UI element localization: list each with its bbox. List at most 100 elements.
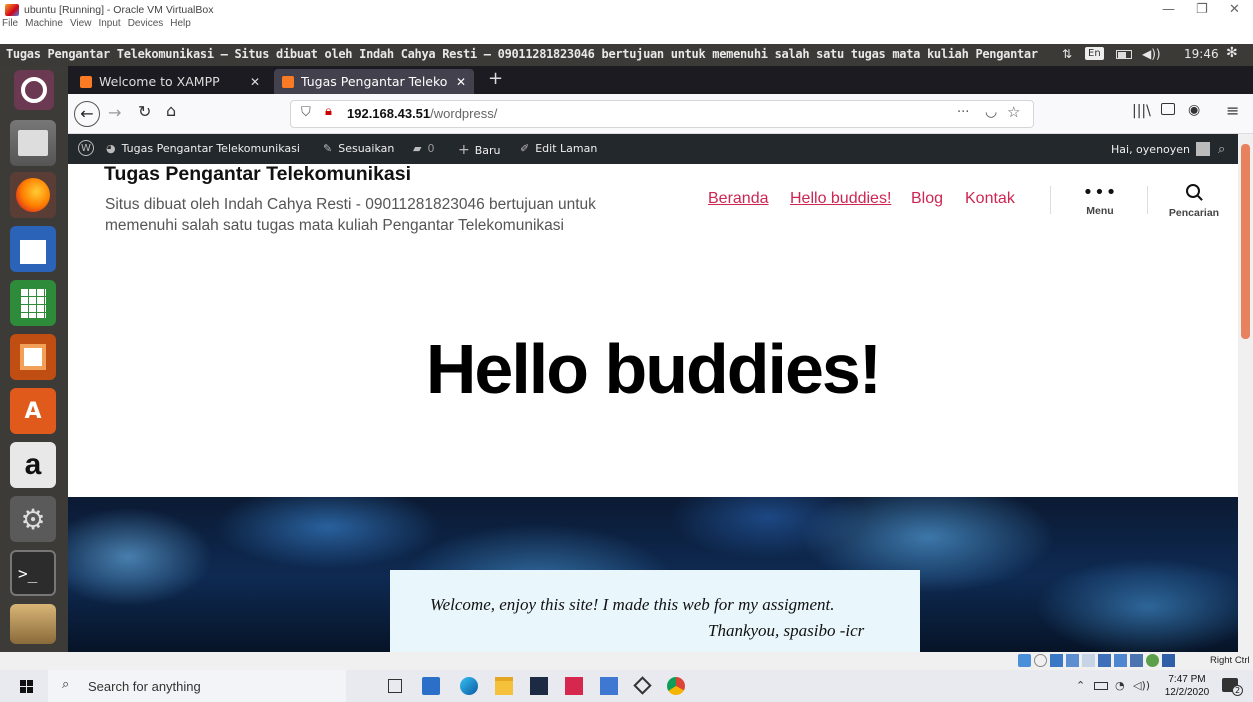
nav-hello-buddies[interactable]: Hello buddies! — [790, 190, 891, 208]
admin-bar-new[interactable]: + Baru — [458, 142, 501, 158]
vbox-status-icons[interactable] — [1018, 654, 1175, 667]
new-tab-icon[interactable]: + — [488, 68, 503, 89]
tab-tugas-pengantar[interactable]: Tugas Pengantar Teleko ✕ — [274, 69, 474, 94]
sidebar-icon[interactable] — [1161, 103, 1175, 115]
gift-icon[interactable] — [565, 677, 583, 695]
back-icon[interactable]: ← — [74, 101, 100, 127]
cover-line-1: Welcome, enjoy this site! I made this we… — [430, 595, 835, 614]
url-bar[interactable]: ⛉ 🔒︎ 192.168.43.51/wordpress/ ··· ◡ ☆ — [290, 100, 1034, 128]
file-explorer-icon[interactable] — [495, 677, 513, 695]
vbox-menu-file[interactable]: File — [2, 18, 18, 29]
dash-home-icon[interactable] — [14, 70, 54, 110]
network-updown-icon[interactable]: ⇅ — [1062, 47, 1072, 61]
forward-icon[interactable]: → — [108, 103, 121, 122]
vbox-menu-input[interactable]: Input — [98, 18, 120, 29]
hamburger-menu-icon[interactable]: ≡ — [1226, 101, 1239, 120]
close-tab-icon[interactable]: ✕ — [456, 75, 466, 89]
admin-bar-customize[interactable]: ✎ Sesuaikan — [323, 142, 394, 155]
mouse-integration-icon[interactable] — [1146, 654, 1159, 667]
battery-icon[interactable] — [1116, 50, 1132, 59]
host-key-label: Right Ctrl — [1210, 655, 1250, 666]
home-icon[interactable]: ⌂ — [166, 101, 176, 120]
amazon-icon[interactable]: a — [10, 442, 56, 488]
system-settings-icon[interactable]: ⚙ — [10, 496, 56, 542]
impress-icon[interactable] — [10, 334, 56, 380]
nav-blog[interactable]: Blog — [911, 190, 943, 208]
vbox-status-bar: Right Ctrl — [0, 652, 1253, 670]
hdd-icon[interactable] — [1018, 654, 1031, 667]
reload-icon[interactable]: ↻ — [138, 102, 151, 121]
site-title[interactable]: Tugas Pengantar Telekomunikasi — [104, 164, 411, 186]
tray-chevron-icon[interactable]: ⌃ — [1076, 679, 1085, 692]
shield-icon[interactable]: ⛉ — [301, 105, 311, 120]
search-toggle[interactable]: Pencarian — [1162, 184, 1226, 219]
admin-search-icon[interactable]: ⌕ — [1218, 142, 1225, 157]
nav-kontak[interactable]: Kontak — [965, 190, 1015, 208]
mail-icon[interactable] — [530, 677, 548, 695]
display-icon[interactable] — [1098, 654, 1111, 667]
taskbar-search[interactable]: ⌕ Search for anything — [48, 670, 346, 702]
insecure-lock-icon[interactable]: 🔒︎ — [325, 104, 332, 119]
vbox-app-icon — [5, 4, 19, 16]
scrollbar-thumb[interactable] — [1241, 144, 1250, 339]
terminal-icon[interactable]: >_ — [10, 550, 56, 596]
minimize-icon[interactable]: — — [1162, 2, 1175, 17]
keyboard-capture-icon[interactable] — [1162, 654, 1175, 667]
vbox-window-titlebar: ubuntu [Running] - Oracle VM VirtualBox … — [0, 0, 1253, 30]
windows-start-icon[interactable] — [20, 680, 33, 693]
admin-bar-site[interactable]: ◕ Tugas Pengantar Telekomunikasi — [106, 142, 300, 155]
keyboard-layout-indicator[interactable]: En — [1085, 47, 1104, 60]
notification-center-icon[interactable]: 2 — [1222, 678, 1243, 696]
software-center-icon[interactable]: A — [10, 388, 56, 434]
bookmark-star-icon[interactable]: ☆ — [1007, 103, 1020, 121]
tray-clock[interactable]: 7:47 PM 12/2/2020 — [1164, 673, 1210, 699]
tray-battery-icon[interactable] — [1094, 682, 1108, 690]
files-icon[interactable] — [10, 120, 56, 166]
admin-bar-comments[interactable]: ▰ 0 — [413, 142, 434, 155]
restore-icon[interactable]: ❐ — [1196, 2, 1208, 17]
vbox-menu-help[interactable]: Help — [170, 18, 191, 29]
admin-bar-account[interactable]: Hai, oyenoyen — [1111, 142, 1211, 156]
shared-folder-icon[interactable] — [1082, 654, 1095, 667]
optical-drive-icon[interactable] — [1034, 654, 1047, 667]
url-text[interactable]: 192.168.43.51/wordpress/ — [347, 106, 497, 121]
firefox-icon[interactable] — [10, 172, 56, 218]
library-icon[interactable]: |||\ — [1132, 103, 1151, 119]
usb-icon[interactable] — [1066, 654, 1079, 667]
calc-icon[interactable] — [10, 280, 56, 326]
virtualbox-taskbar-icon[interactable] — [633, 676, 652, 695]
admin-bar-site-name: Tugas Pengantar Telekomunikasi — [121, 142, 300, 155]
cpu-icon[interactable] — [1130, 654, 1143, 667]
nav-beranda[interactable]: Beranda — [708, 190, 769, 208]
chrome-icon[interactable] — [667, 677, 685, 695]
url-host: 192.168.43.51 — [347, 106, 431, 121]
task-view-icon[interactable] — [388, 679, 402, 693]
edge-icon[interactable] — [460, 677, 478, 695]
admin-bar-edit[interactable]: ✐ Edit Laman — [520, 142, 597, 155]
close-icon[interactable]: ✕ — [1229, 2, 1240, 17]
tab-welcome-xampp[interactable]: Welcome to XAMPP ✕ — [72, 69, 268, 94]
vbox-menu-devices[interactable]: Devices — [128, 18, 164, 29]
pocket-icon[interactable]: ◡ — [985, 104, 997, 120]
writer-icon[interactable] — [10, 226, 56, 272]
vbox-menu-machine[interactable]: Machine — [25, 18, 63, 29]
network-icon[interactable] — [1050, 654, 1063, 667]
tray-volume-icon[interactable]: ◁)) — [1133, 679, 1150, 692]
page-scrollbar[interactable] — [1238, 134, 1253, 652]
word-app-icon[interactable] — [600, 677, 618, 695]
panel-clock[interactable]: 19:46 — [1184, 47, 1219, 61]
drive-icon[interactable] — [10, 604, 56, 644]
volume-icon[interactable]: ◀)) — [1142, 47, 1161, 61]
tray-wifi-icon[interactable]: ◔ — [1115, 679, 1125, 692]
page-actions-icon[interactable]: ··· — [957, 105, 969, 120]
taskbar-search-placeholder: Search for anything — [88, 679, 201, 694]
menu-toggle[interactable]: ••• Menu — [1078, 184, 1122, 218]
wordpress-logo-icon[interactable]: W — [78, 140, 94, 156]
close-tab-icon[interactable]: ✕ — [250, 75, 260, 89]
settings-gear-icon[interactable]: ✻ — [1226, 45, 1238, 61]
comments-count: 0 — [427, 142, 435, 155]
store-icon[interactable] — [422, 677, 440, 695]
video-capture-icon[interactable] — [1114, 654, 1127, 667]
account-icon[interactable]: ◉ — [1188, 102, 1200, 118]
vbox-menu-view[interactable]: View — [70, 18, 92, 29]
